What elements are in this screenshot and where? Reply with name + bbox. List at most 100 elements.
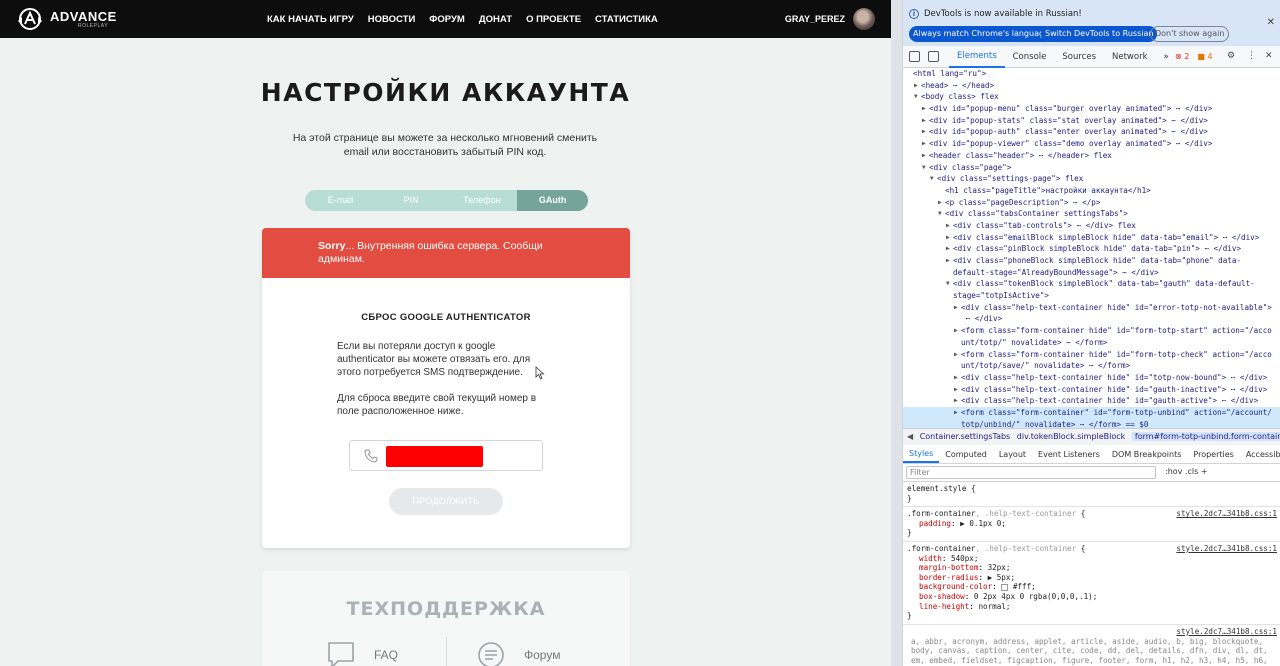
expand-triangle-icon[interactable]: ▶	[914, 80, 918, 92]
expand-triangle-icon[interactable]: ▶	[954, 384, 958, 396]
subtab-computed[interactable]: Computed	[939, 445, 993, 463]
dom-node-line[interactable]: ▶ <div class="tab-controls"> ⋯ </div> fle…	[903, 220, 1280, 232]
rule-source-link[interactable]: style.2dc7…341b8.css:1	[1176, 544, 1277, 554]
switch-language-button[interactable]: Switch DevTools to Russian	[1041, 26, 1158, 42]
kebab-menu-icon[interactable]: ⋮	[1247, 51, 1256, 61]
close-icon[interactable]: ✕	[1267, 17, 1275, 28]
breadcrumb-item[interactable]: div.tokenBlock.simpleBlock	[1017, 432, 1126, 441]
nav-news[interactable]: НОВОСТИ	[368, 14, 416, 25]
dom-node-line[interactable]: ▼ <div class="tokenBlock simpleBlock" dat…	[903, 278, 1280, 290]
dom-node-line[interactable]: ▶ <div class="help-text-container hide" i…	[903, 372, 1280, 384]
tab-phone[interactable]: Телефон	[447, 190, 518, 211]
dom-node-line[interactable]: unt/totp/" novalidate> ⋯ </form>	[903, 337, 1280, 349]
support-faq-link[interactable]: FAQ	[326, 641, 398, 666]
styles-filter-tools[interactable]: :hov .cls +	[1165, 467, 1208, 476]
tab-pin[interactable]: PIN	[376, 190, 447, 211]
subtab-event-listeners[interactable]: Event Listeners	[1032, 445, 1106, 463]
element-style-rule[interactable]: element.style { }	[903, 482, 1280, 508]
dom-node-line[interactable]: ▶ <head> ⋯ </head>	[903, 80, 1280, 92]
color-swatch-icon[interactable]	[1001, 583, 1009, 591]
rule-source-link[interactable]: style.2dc7…341b8.css:1	[1176, 627, 1277, 637]
dom-node-line[interactable]: ▼ <body class> flex	[903, 91, 1280, 103]
dom-node-line[interactable]: ▶ <div class="phoneBlock simpleBlock hide…	[903, 255, 1280, 267]
tab-console[interactable]: Console	[1005, 46, 1055, 68]
issues-badges[interactable]: ⊗ 2 ■ 4	[1175, 52, 1213, 61]
dom-node-line[interactable]: ▶ <header class="header"> ⋯ </header> fle…	[903, 150, 1280, 162]
site-logo[interactable]: ADVANCE ROLEPLAY	[16, 7, 117, 31]
inspect-element-icon[interactable]	[909, 51, 920, 62]
subtab-dom-breakpoints[interactable]: DOM Breakpoints	[1106, 445, 1188, 463]
breadcrumb-item[interactable]: Container.settingsTabs	[920, 432, 1011, 441]
dom-node-line[interactable]: ▶ <div class="pinBlock simpleBlock hide" …	[903, 243, 1280, 255]
username[interactable]: GRAY_PEREZ	[785, 14, 845, 24]
dom-node-line[interactable]: ▶ <p class="pageDescription"> ⋯ </p>	[903, 197, 1280, 209]
phone-input[interactable]	[349, 440, 543, 471]
tab-elements[interactable]: Elements	[949, 46, 1005, 68]
warning-count-badge[interactable]: ■ 4	[1197, 52, 1212, 61]
dom-node-line[interactable]: ▶ <form class="form-container" id="form-t…	[903, 406, 1280, 419]
collapse-triangle-icon[interactable]: ▼	[946, 278, 950, 290]
styles-filter-input[interactable]: Filter	[906, 466, 1156, 479]
expand-triangle-icon[interactable]: ▶	[954, 349, 958, 361]
nav-donate[interactable]: ДОНАТ	[479, 14, 512, 25]
dom-node-line[interactable]: stage="totpIsActive">	[903, 290, 1280, 302]
close-devtools-icon[interactable]: ✕	[1265, 51, 1273, 61]
dom-node-line[interactable]: ▶ <form class="form-container hide" id="f…	[903, 325, 1280, 337]
dont-show-button[interactable]: Don't show again	[1150, 26, 1230, 42]
expand-triangle-icon[interactable]: ▶	[922, 150, 926, 162]
subtab-styles[interactable]: Styles	[903, 445, 940, 463]
css-declaration[interactable]: line-height: normal;	[907, 602, 1277, 612]
match-language-button[interactable]: Always match Chrome's language	[909, 26, 1053, 42]
dom-node-line[interactable]: default-stage="AlreadyBoundMessage"> ⋯ <…	[903, 267, 1280, 279]
dom-node-line[interactable]: ▶ <div class="help-text-container hide" i…	[903, 384, 1280, 396]
error-count-badge[interactable]: ⊗ 2	[1175, 52, 1189, 61]
expand-triangle-icon[interactable]: ▶	[946, 232, 950, 244]
nav-stats[interactable]: СТАТИСТИКА	[595, 14, 658, 25]
dom-node-line[interactable]: <h1 class="pageTitle">настройки аккаунта…	[903, 185, 1280, 197]
dom-node-line[interactable]: ▶ <div class="help-text-container hide" i…	[903, 395, 1280, 407]
expand-triangle-icon[interactable]: ▶	[946, 255, 950, 267]
css-declaration[interactable]: border-radius: ▶ 5px;	[907, 573, 1277, 583]
dom-node-line[interactable]: <html lang="ru">	[903, 68, 1280, 80]
dom-node-line[interactable]: ▶ <div id="popup-stats" class="stat overl…	[903, 115, 1280, 127]
collapse-triangle-icon[interactable]: ▼	[914, 91, 918, 103]
tab-gauth[interactable]: GAuth	[517, 190, 588, 211]
css-declaration[interactable]: margin-bottom: 32px;	[907, 563, 1277, 573]
nav-forum[interactable]: ФОРУМ	[429, 14, 465, 25]
dom-node-line[interactable]: ▶ <div id="popup-menu" class="burger over…	[903, 103, 1280, 115]
dom-node-line[interactable]: ▶ <div class="help-text-container hide" i…	[903, 302, 1280, 314]
expand-triangle-icon[interactable]: ▶	[954, 302, 958, 314]
nav-how-to-play[interactable]: КАК НАЧАТЬ ИГРУ	[267, 14, 354, 25]
css-rule-2[interactable]: .form-container, .help-text-container { …	[903, 542, 1280, 625]
dom-node-line[interactable]: totp/unbind/" novalidate> ⋯ </form> == $…	[903, 418, 1280, 428]
collapse-triangle-icon[interactable]: ▼	[930, 173, 934, 185]
expand-triangle-icon[interactable]: ▶	[922, 138, 926, 150]
css-declaration[interactable]: background-color: #fff;	[907, 582, 1277, 592]
expand-triangle-icon[interactable]: ▶	[922, 103, 926, 115]
css-declaration[interactable]: box-shadow: 0 2px 4px 0 rgba(0,0,0,.1);	[907, 592, 1277, 602]
dom-node-line[interactable]: ⋯ </div>	[903, 313, 1280, 325]
support-forum-link[interactable]: Форум	[476, 641, 560, 666]
user-menu[interactable]: GRAY_PEREZ	[785, 8, 875, 30]
dom-node-line[interactable]: unt/totp/save/" novalidate> ⋯ </form>	[903, 360, 1280, 372]
dom-node-line[interactable]: ▼ <div class="settings-page"> flex	[903, 173, 1280, 185]
subtab-accessibility[interactable]: Accessibility	[1240, 445, 1280, 463]
breadcrumb-scroll-left-icon[interactable]: ◀	[907, 432, 913, 441]
tab-email[interactable]: E-mail	[305, 190, 376, 211]
expand-triangle-icon[interactable]: ▶	[946, 243, 950, 255]
expand-triangle-icon[interactable]: ▶	[954, 407, 958, 419]
dom-node-line[interactable]: ▶ <form class="form-container hide" id="f…	[903, 349, 1280, 361]
tab-sources[interactable]: Sources	[1054, 46, 1104, 68]
settings-gear-icon[interactable]: ⚙	[1227, 51, 1235, 61]
expand-triangle-icon[interactable]: ▶	[954, 372, 958, 384]
breadcrumb-item-active[interactable]: form#form-totp-unbind.form-container	[1131, 432, 1280, 441]
devtools-splitter[interactable]	[891, 0, 902, 666]
expand-triangle-icon[interactable]: ▶	[922, 126, 926, 138]
continue-button[interactable]: ПРОДОЛЖИТЬ	[389, 488, 503, 515]
dom-node-line[interactable]: ▼ <div class="page">	[903, 162, 1280, 174]
expand-triangle-icon[interactable]: ▶	[946, 220, 950, 232]
expand-triangle-icon[interactable]: ▶	[954, 325, 958, 337]
tab-network[interactable]: Network	[1104, 46, 1156, 68]
css-rule-1[interactable]: .form-container, .help-text-container { …	[903, 507, 1280, 542]
expand-triangle-icon[interactable]: ▶	[938, 197, 942, 209]
